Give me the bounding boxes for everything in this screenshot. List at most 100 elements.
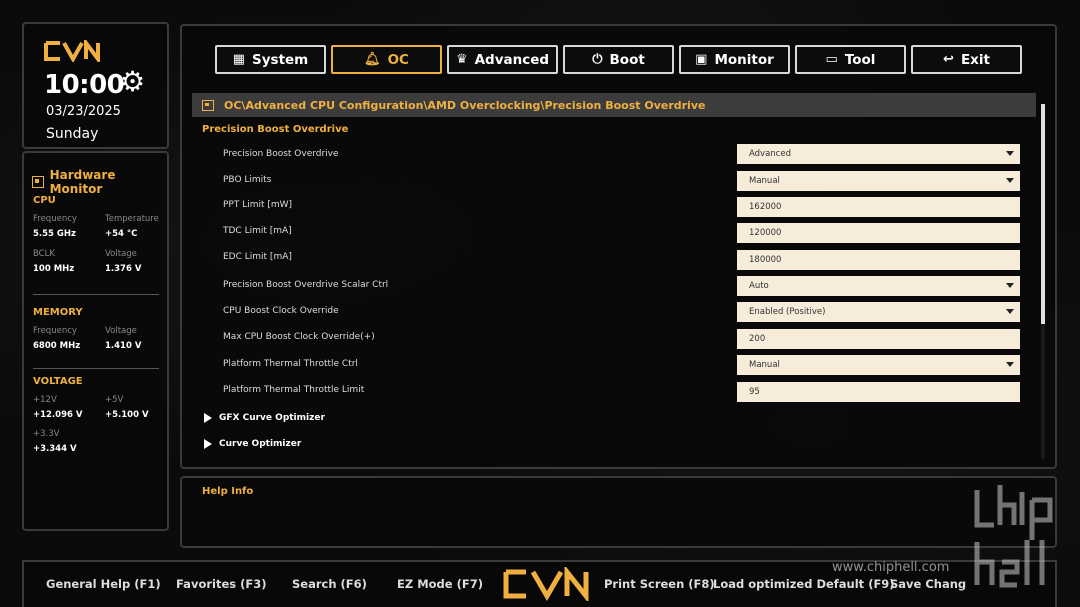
submenu-curve-optimizer[interactable]: Curve Optimizer <box>204 439 301 449</box>
breadcrumb: OC\Advanced CPU Configuration\AMD Overcl… <box>192 93 1036 117</box>
thermal-throttle-limit-input[interactable]: 95 <box>737 382 1020 402</box>
gear-icon[interactable]: ⚙ <box>120 68 145 96</box>
voltage-section-title: VOLTAGE <box>33 376 83 387</box>
setting-label: Max CPU Boost Clock Override(+) <box>223 332 375 342</box>
setting-value: 95 <box>749 387 760 397</box>
pbo-limits-dropdown[interactable]: Manual <box>737 171 1020 191</box>
help-title: Help Info <box>202 486 254 497</box>
memory-voltage-label: Voltage <box>105 326 137 336</box>
tab-exit[interactable]: ↩ Exit <box>911 45 1022 74</box>
ppt-limit-input[interactable]: 162000 <box>737 197 1020 217</box>
setting-label: Platform Thermal Throttle Ctrl <box>223 359 358 369</box>
main-panel: ▦ System 🔔︎ OC ♛ Advanced ⏻ Boot ▣ Monit… <box>180 24 1057 469</box>
pbo-scalar-dropdown[interactable]: Auto <box>737 276 1020 296</box>
clock-date: 03/23/2025 <box>46 104 121 119</box>
divider <box>33 368 159 369</box>
dropdown-arrow-icon <box>1006 309 1014 314</box>
thermal-throttle-ctrl-dropdown[interactable]: Manual <box>737 355 1020 375</box>
tab-label: Tool <box>844 51 876 68</box>
setting-value: 180000 <box>749 255 782 265</box>
dropdown-arrow-icon <box>1006 362 1014 367</box>
save-changes-button[interactable]: Save Chang <box>890 577 966 591</box>
divider <box>33 294 159 295</box>
tab-oc[interactable]: 🔔︎ OC <box>331 45 442 74</box>
cpu-frequency-value: 5.55 GHz <box>33 229 76 239</box>
v33-value: +3.344 V <box>33 444 77 454</box>
expand-arrow-icon <box>204 439 212 449</box>
setting-label: TDC Limit [mA] <box>223 226 292 236</box>
tab-advanced[interactable]: ♛ Advanced <box>447 45 558 74</box>
v12-label: +12V <box>33 395 57 405</box>
watermark: www.chiphell.com <box>832 560 950 575</box>
tab-label: OC <box>387 51 409 68</box>
back-arrow-icon: ↩ <box>943 52 954 67</box>
general-help-button[interactable]: General Help (F1) <box>46 577 161 591</box>
tab-monitor[interactable]: ▣ Monitor <box>679 45 790 74</box>
setting-value: 120000 <box>749 228 782 238</box>
memory-frequency-label: Frequency <box>33 326 77 336</box>
setting-value: Auto <box>749 281 769 291</box>
dropdown-arrow-icon <box>1006 151 1014 156</box>
pbo-dropdown[interactable]: Advanced <box>737 144 1020 164</box>
tdc-limit-input[interactable]: 120000 <box>737 223 1020 243</box>
folder-icon <box>202 99 214 111</box>
search-button[interactable]: Search (F6) <box>292 577 367 591</box>
ez-mode-button[interactable]: EZ Mode (F7) <box>397 577 483 591</box>
section-title: Precision Boost Overdrive <box>202 124 349 135</box>
cvn-logo <box>503 567 589 601</box>
monitor-icon: ▣ <box>695 52 708 67</box>
setting-label: EDC Limit [mA] <box>223 252 292 262</box>
hardware-monitor-title: Hardware Monitor <box>32 168 167 196</box>
submenu-label: GFX Curve Optimizer <box>219 413 325 423</box>
dropdown-arrow-icon <box>1006 178 1014 183</box>
tab-tool[interactable]: ▭ Tool <box>795 45 906 74</box>
bell-icon: 🔔︎ <box>364 52 381 67</box>
print-screen-button[interactable]: Print Screen (F8) <box>604 577 715 591</box>
hardware-monitor-panel: Hardware Monitor CPU Frequency Temperatu… <box>22 151 169 531</box>
v12-value: +12.096 V <box>33 410 83 420</box>
setting-value: Manual <box>749 360 780 370</box>
memory-frequency-value: 6800 MHz <box>33 341 81 351</box>
boost-clock-override-dropdown[interactable]: Enabled (Positive) <box>737 302 1020 322</box>
cpu-frequency-label: Frequency <box>33 214 77 224</box>
setting-value: Manual <box>749 176 780 186</box>
tab-system[interactable]: ▦ System <box>215 45 326 74</box>
cpu-voltage-label: Voltage <box>105 249 137 259</box>
setting-label: Precision Boost Overdrive <box>223 149 339 159</box>
setting-label: PPT Limit [mW] <box>223 200 293 210</box>
hardware-monitor-label: Hardware Monitor <box>49 168 116 196</box>
max-boost-override-input[interactable]: 200 <box>737 329 1020 349</box>
tab-label: System <box>252 51 309 68</box>
tab-bar: ▦ System 🔔︎ OC ♛ Advanced ⏻ Boot ▣ Monit… <box>215 45 1022 74</box>
setting-label: Precision Boost Overdrive Scalar Ctrl <box>223 280 389 290</box>
setting-value: 162000 <box>749 202 782 212</box>
v33-label: +3.3V <box>33 429 60 439</box>
memory-section-title: MEMORY <box>33 307 83 318</box>
tab-boot[interactable]: ⏻ Boot <box>563 45 674 74</box>
clock-day: Sunday <box>46 126 99 142</box>
load-defaults-button[interactable]: Load optimized Default (F9) <box>713 577 895 591</box>
clock-panel: 10:00 ⚙ 03/23/2025 Sunday <box>22 22 169 149</box>
scrollbar-thumb[interactable] <box>1041 104 1045 324</box>
v5-value: +5.100 V <box>105 410 149 420</box>
dropdown-arrow-icon <box>1006 283 1014 288</box>
submenu-label: Curve Optimizer <box>219 439 302 449</box>
expand-arrow-icon <box>204 413 212 423</box>
memory-voltage-value: 1.410 V <box>105 341 142 351</box>
grid-icon: ▦ <box>232 52 246 67</box>
power-icon: ⏻ <box>592 52 603 67</box>
edc-limit-input[interactable]: 180000 <box>737 250 1020 270</box>
tab-label: Advanced <box>474 51 550 68</box>
tab-label: Monitor <box>714 51 774 68</box>
bclk-value: 100 MHz <box>33 264 75 274</box>
scrollbar[interactable] <box>1041 104 1045 459</box>
setting-value: 200 <box>749 334 766 344</box>
setting-value: Enabled (Positive) <box>749 307 826 317</box>
cpu-section-title: CPU <box>33 195 56 206</box>
submenu-gfx-curve-optimizer[interactable]: GFX Curve Optimizer <box>204 413 325 423</box>
crown-icon: ♛ <box>455 52 468 67</box>
breadcrumb-path: OC\Advanced CPU Configuration\AMD Overcl… <box>224 98 706 112</box>
help-panel: Help Info <box>180 476 1057 548</box>
favorites-button[interactable]: Favorites (F3) <box>176 577 266 591</box>
tab-label: Exit <box>960 51 990 68</box>
